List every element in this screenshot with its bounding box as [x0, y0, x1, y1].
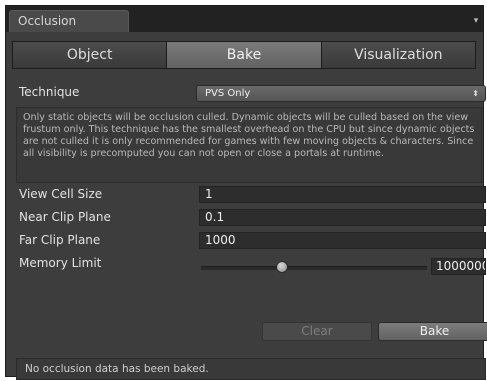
- near-clip-plane-label: Near Clip Plane: [19, 210, 111, 224]
- view-cell-size-label: View Cell Size: [19, 187, 103, 201]
- view-cell-size-field[interactable]: 1: [199, 186, 486, 203]
- memory-limit-slider-track[interactable]: [201, 266, 427, 270]
- memory-limit-slider-thumb[interactable]: [276, 261, 289, 273]
- mode-toolbar: Object Bake Visualization: [12, 41, 476, 69]
- memory-limit-label: Memory Limit: [19, 256, 102, 270]
- window-tab-bar: Occlusion ▾: [6, 6, 483, 32]
- occlusion-panel: Occlusion ▾ Object Bake Visualization Te…: [5, 5, 487, 380]
- far-clip-plane-field[interactable]: 1000: [199, 232, 486, 249]
- technique-label: Technique: [19, 85, 80, 99]
- tab-bake[interactable]: Bake: [167, 42, 322, 68]
- far-clip-plane-label: Far Clip Plane: [19, 233, 101, 247]
- window-tab-occlusion[interactable]: Occlusion: [9, 10, 129, 32]
- bake-button[interactable]: Bake: [378, 322, 487, 341]
- near-clip-plane-field[interactable]: 0.1: [199, 209, 486, 226]
- panel-menu-icon[interactable]: ▾: [471, 16, 481, 26]
- technique-help-text: Only static objects will be occlusion cu…: [16, 107, 482, 183]
- chevron-updown-icon: ⬍: [472, 89, 479, 98]
- tab-object[interactable]: Object: [13, 42, 168, 68]
- status-message: No occlusion data has been baked.: [16, 358, 486, 380]
- clear-button[interactable]: Clear: [262, 322, 372, 341]
- technique-dropdown[interactable]: PVS Only ⬍: [196, 85, 486, 102]
- memory-limit-field[interactable]: 1000000: [431, 258, 486, 275]
- technique-value: PVS Only: [205, 88, 251, 99]
- tab-visualization[interactable]: Visualization: [321, 42, 475, 68]
